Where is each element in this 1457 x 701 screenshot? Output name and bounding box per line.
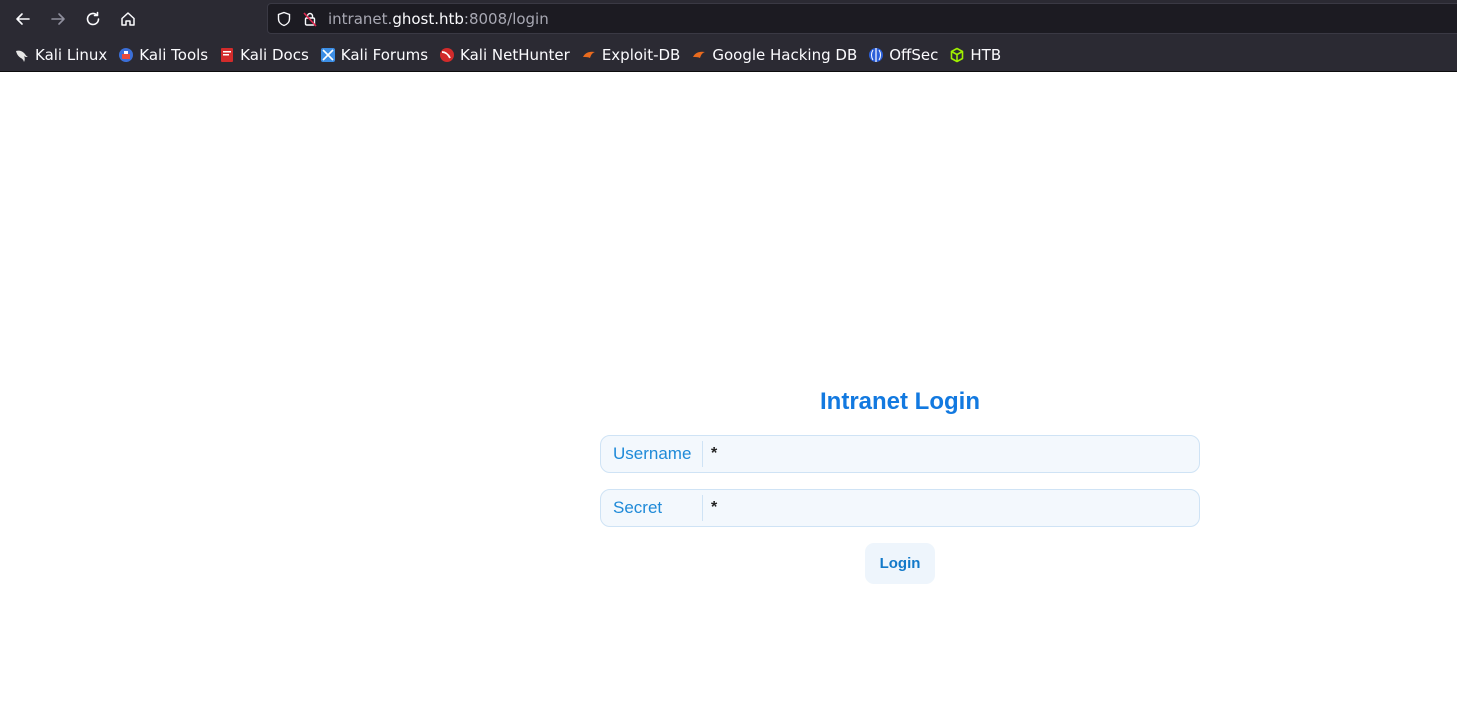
shield-icon[interactable]: [276, 11, 292, 27]
bookmark-offsec[interactable]: OffSec: [864, 42, 942, 68]
secret-input[interactable]: [703, 491, 1199, 525]
login-button[interactable]: Login: [865, 543, 935, 584]
kali-docs-icon: [219, 47, 235, 63]
bookmark-kali-forums[interactable]: Kali Forums: [316, 42, 432, 68]
url-text[interactable]: intranet.ghost.htb:8008/login: [328, 10, 549, 28]
username-field: Username: [600, 435, 1200, 473]
bookmark-exploit-db[interactable]: Exploit-DB: [577, 42, 685, 68]
bookmark-kali-nethunter[interactable]: Kali NetHunter: [435, 42, 574, 68]
home-icon: [121, 12, 135, 26]
reload-icon: [86, 11, 100, 26]
secret-label: Secret: [601, 495, 703, 521]
bookmark-google-hacking-db[interactable]: Google Hacking DB: [687, 42, 861, 68]
bookmark-htb[interactable]: HTB: [945, 42, 1005, 68]
username-label: Username: [601, 441, 703, 467]
reload-button[interactable]: [76, 4, 110, 34]
ghdb-icon: [691, 47, 707, 63]
nethunter-icon: [439, 47, 455, 63]
offsec-icon: [868, 47, 884, 63]
arrow-left-icon: [16, 13, 30, 25]
exploitdb-icon: [581, 47, 597, 63]
page-content: Intranet Login Username Secret Login: [0, 72, 1457, 701]
secret-field: Secret: [600, 489, 1200, 527]
home-button[interactable]: [111, 4, 145, 34]
back-button[interactable]: [6, 4, 40, 34]
url-bar[interactable]: intranet.ghost.htb:8008/login: [267, 3, 1457, 34]
browser-toolbar: intranet.ghost.htb:8008/login: [0, 0, 1457, 38]
lock-insecure-icon[interactable]: [302, 11, 318, 27]
arrow-right-icon: [51, 13, 65, 25]
kali-tools-icon: [118, 47, 134, 63]
kali-dragon-icon: [14, 47, 30, 63]
bookmark-kali-tools[interactable]: Kali Tools: [114, 42, 212, 68]
kali-forums-icon: [320, 47, 336, 63]
forward-button[interactable]: [41, 4, 75, 34]
page-title: Intranet Login: [820, 388, 980, 415]
username-input[interactable]: [703, 437, 1199, 471]
bookmark-kali-docs[interactable]: Kali Docs: [215, 42, 313, 68]
bookmarks-bar: Kali Linux Kali Tools Kali Docs Kali For…: [0, 38, 1457, 72]
nav-buttons: [6, 4, 145, 34]
bookmark-kali-linux[interactable]: Kali Linux: [10, 42, 111, 68]
htb-cube-icon: [949, 47, 965, 63]
